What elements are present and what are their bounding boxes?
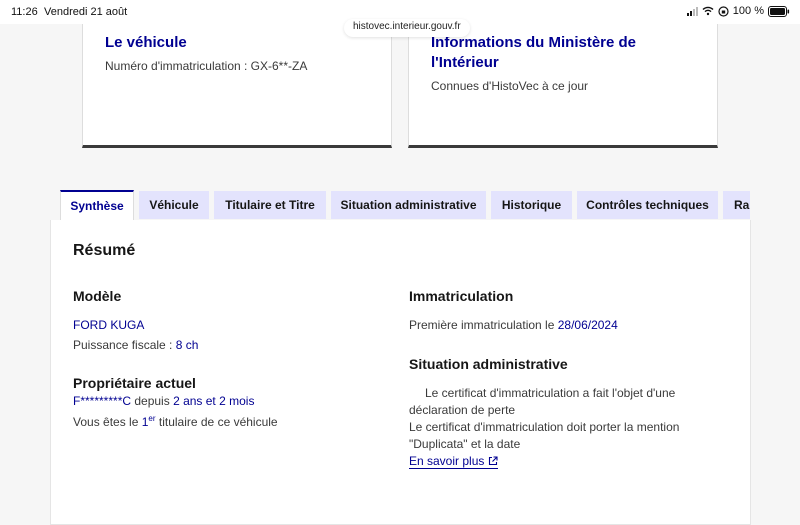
tab-situation-administrative[interactable]: Situation administrative — [331, 191, 486, 219]
owner-since: F*********C depuis 2 ans et 2 mois — [73, 393, 254, 410]
first-registration-label: Première immatriculation le — [409, 318, 558, 332]
owner-since-label: depuis — [131, 394, 174, 408]
admin-line-1: Le certificat d'immatriculation a fait l… — [425, 386, 676, 400]
fiscal-power: Puissance fiscale : 8 ch — [73, 337, 198, 354]
owner-rank-suffix: er — [148, 414, 156, 423]
ministry-card-title-line2: l'Intérieur — [431, 54, 499, 71]
admin-heading: Situation administrative — [409, 356, 568, 372]
model-name: FORD KUGA — [73, 318, 145, 332]
external-link-icon — [488, 456, 498, 466]
tab-vehicule[interactable]: Véhicule — [139, 191, 209, 219]
summary-title: Résumé — [73, 242, 136, 259]
status-indicators: 100 % — [686, 5, 790, 17]
admin-line-4: "Duplicata" et la date — [409, 437, 521, 451]
tab-bar: Synthèse Véhicule Titulaire et Titre Sit… — [0, 190, 800, 220]
tab-synthese[interactable]: Synthèse — [60, 190, 134, 220]
ministry-card[interactable]: Informations du Ministère de l'Intérieur… — [408, 24, 718, 148]
admin-line-2: déclaration de perte — [409, 403, 516, 417]
status-time: 11:26 — [11, 6, 38, 18]
registration-number: Numéro d'immatriculation : GX-6**-ZA — [105, 59, 308, 73]
battery-percent: 100 % — [732, 5, 764, 17]
wifi-icon — [702, 6, 714, 16]
registration-heading: Immatriculation — [409, 288, 514, 304]
owner-rank-rest: titulaire de ce véhicule — [155, 415, 278, 429]
learn-more-wrap: En savoir plus — [409, 453, 498, 470]
vehicle-card[interactable]: Le véhicule Numéro d'immatriculation : G… — [82, 24, 392, 148]
orientation-lock-icon — [718, 5, 729, 17]
first-registration: Première immatriculation le 28/06/2024 — [409, 317, 618, 334]
model-heading: Modèle — [73, 288, 122, 304]
learn-more-link[interactable]: En savoir plus — [409, 454, 498, 469]
ministry-card-subtitle: Connues d'HistoVec à ce jour — [431, 79, 589, 93]
first-registration-date: 28/06/2024 — [557, 318, 618, 332]
tab-rapport[interactable]: Rap — [723, 191, 750, 219]
summary-panel: Résumé Modèle FORD KUGA Puissance fiscal… — [50, 220, 751, 525]
tab-titulaire-titre[interactable]: Titulaire et Titre — [214, 191, 326, 219]
owner-rank-prefix: Vous êtes le — [73, 415, 142, 429]
tab-controles-techniques[interactable]: Contrôles techniques — [577, 191, 718, 219]
battery-icon — [768, 5, 790, 17]
admin-line-3: Le certificat d'immatriculation doit por… — [409, 420, 680, 434]
owner-since-value: 2 ans et 2 mois — [173, 394, 255, 408]
owner-name: F*********C — [73, 394, 132, 408]
owner-rank: Vous êtes le 1er titulaire de ce véhicul… — [73, 410, 278, 431]
status-date: Vendredi 21 août — [44, 6, 128, 18]
signal-icon — [686, 6, 698, 16]
tab-historique[interactable]: Historique — [491, 191, 572, 219]
vehicle-card-title: Le véhicule — [105, 34, 187, 51]
info-cards: Le véhicule Numéro d'immatriculation : G… — [0, 24, 800, 150]
owner-heading: Propriétaire actuel — [73, 375, 196, 391]
fiscal-power-label: Puissance fiscale : — [73, 338, 176, 352]
address-bar[interactable]: histovec.interieur.gouv.fr — [344, 19, 470, 37]
fiscal-power-value: 8 ch — [175, 338, 199, 352]
learn-more-label: En savoir plus — [409, 454, 485, 468]
